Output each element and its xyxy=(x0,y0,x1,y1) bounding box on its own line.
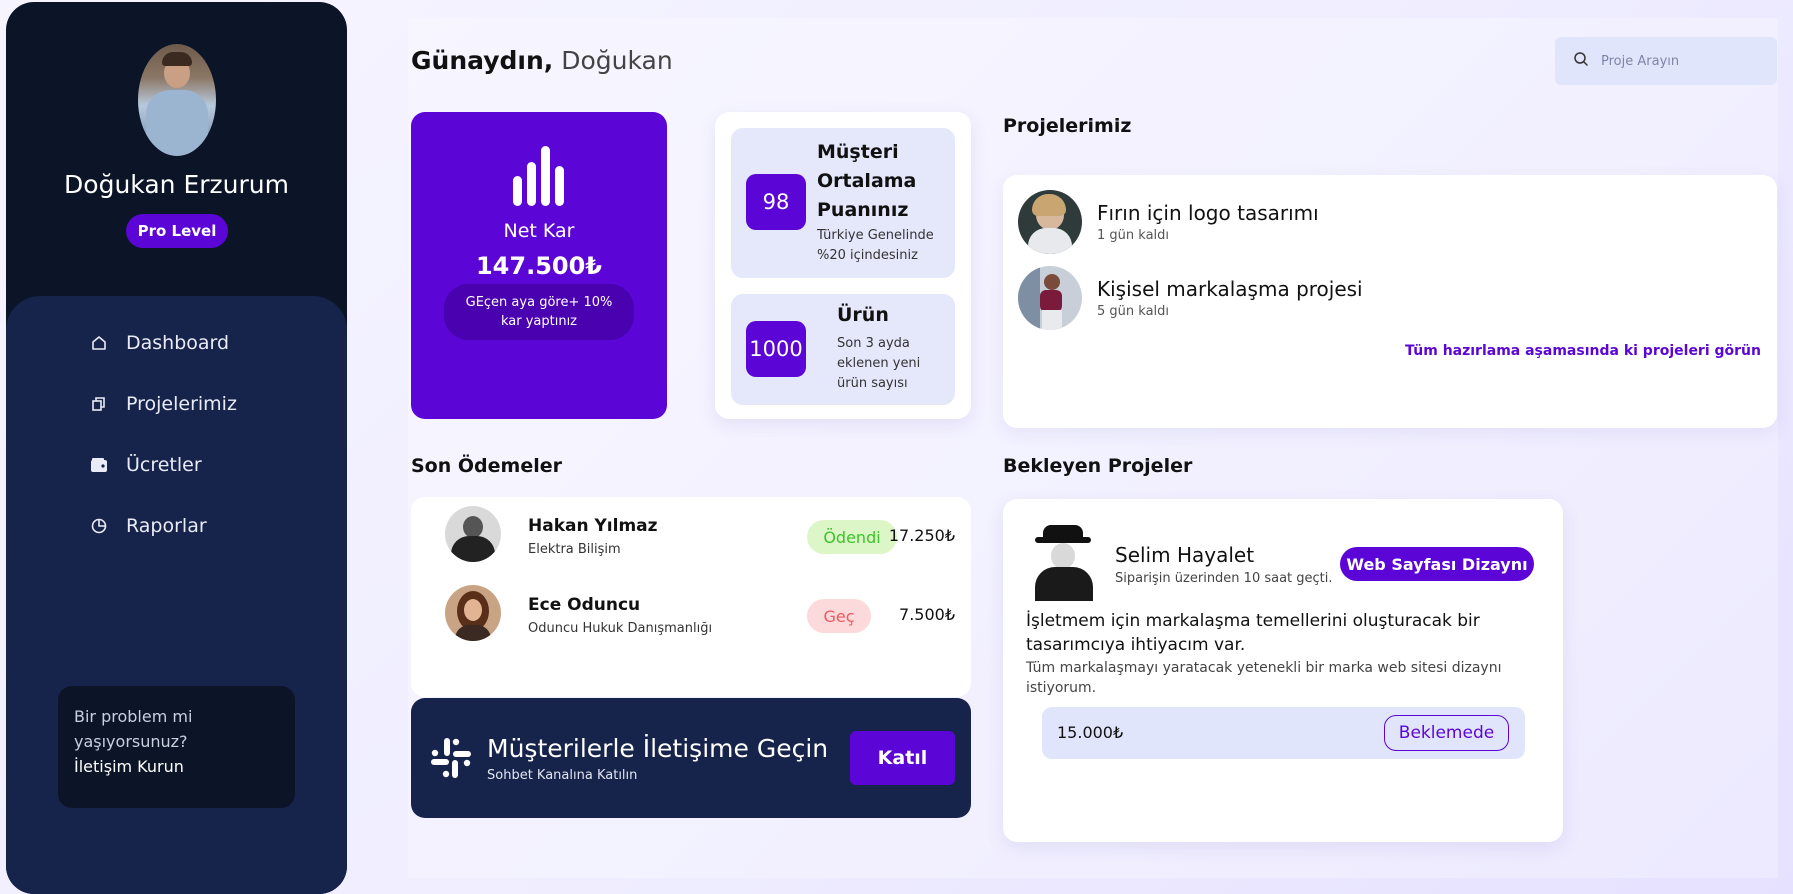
payment-row[interactable]: Ece Oduncu Oduncu Hukuk Danışmanlığı Geç… xyxy=(445,585,955,643)
help-box: Bir problem mi yaşıyorsunuz? İletişim Ku… xyxy=(58,686,295,808)
sidebar-item-ucretler[interactable]: Ücretler xyxy=(90,450,202,480)
pending-title: Bekleyen Projeler xyxy=(1003,455,1193,477)
client-name: Selim Hayalet xyxy=(1115,543,1255,567)
help-text: Bir problem mi yaşıyorsunuz? xyxy=(74,707,193,751)
payer-avatar xyxy=(445,506,501,562)
sidebar-item-label: Raporlar xyxy=(126,515,207,537)
client-avatar xyxy=(1031,525,1095,601)
price-bar: 15.000₺ Beklemede xyxy=(1042,707,1525,759)
project-avatar xyxy=(1018,266,1082,330)
slack-icon xyxy=(431,738,471,778)
level-badge: Pro Level xyxy=(126,214,228,248)
sidebar-item-label: Ücretler xyxy=(126,454,202,476)
project-detail: Tüm markalaşmayı yaratacak yetenekli bir… xyxy=(1026,660,1502,696)
stats-card: 98 Müşteri Ortalama Puanınız Türkiye Gen… xyxy=(715,112,971,419)
wallet-icon xyxy=(90,456,108,474)
payment-row[interactable]: Hakan Yılmaz Elektra Bilişim Ödendi 17.2… xyxy=(445,506,955,564)
greeting-name: Doğukan xyxy=(561,46,673,75)
projects-title: Projelerimiz xyxy=(1003,115,1132,137)
avatar[interactable] xyxy=(138,44,216,156)
category-tag[interactable]: Web Sayfası Dizaynı xyxy=(1340,547,1534,581)
payer-name: Hakan Yılmaz xyxy=(528,516,658,536)
copy-icon xyxy=(90,395,108,413)
join-button[interactable]: Katıl xyxy=(850,731,955,785)
payment-amount: 7.500₺ xyxy=(899,605,955,624)
home-icon xyxy=(90,334,108,352)
status-badge: Geç xyxy=(807,599,871,633)
rating-value: 98 xyxy=(746,174,806,230)
sidebar-item-raporlar[interactable]: Raporlar xyxy=(90,511,207,541)
all-projects-link[interactable]: Tüm hazırlama aşamasında ki projeleri gö… xyxy=(1405,343,1761,359)
pie-chart-icon xyxy=(90,517,108,535)
project-item[interactable]: Fırın için logo tasarımı 1 gün kaldı xyxy=(1018,190,1319,254)
sidebar-item-projelerimiz[interactable]: Projelerimiz xyxy=(90,389,237,419)
banner-title: Müşterilerle İletişime Geçin xyxy=(487,734,829,763)
net-profit-note: GEçen aya göre+ 10% kar yaptınız xyxy=(444,284,634,340)
search-icon xyxy=(1573,51,1589,71)
payer-avatar xyxy=(445,585,501,641)
net-profit-label: Net Kar xyxy=(503,220,575,242)
products-sub: Son 3 ayda eklenen yeni ürün sayısı xyxy=(837,336,921,391)
net-profit-card: Net Kar 147.500₺ GEçen aya göre+ 10% kar… xyxy=(411,112,667,419)
page-title: Günaydın, Doğukan xyxy=(411,46,673,75)
rating-stat: 98 Müşteri Ortalama Puanınız Türkiye Gen… xyxy=(731,128,955,278)
payments-card: Hakan Yılmaz Elektra Bilişim Ödendi 17.2… xyxy=(411,497,971,697)
payer-name: Ece Oduncu xyxy=(528,595,641,615)
sidebar: Doğukan Erzurum Pro Level Dashboard Proj… xyxy=(6,2,347,894)
project-avatar xyxy=(1018,190,1082,254)
pending-card: Selim Hayalet Siparişin üzerinden 10 saa… xyxy=(1003,499,1563,842)
payer-company: Oduncu Hukuk Danışmanlığı xyxy=(528,621,713,636)
bar-chart-icon xyxy=(513,146,567,206)
project-deadline: 1 gün kaldı xyxy=(1097,228,1170,243)
payments-title: Son Ödemeler xyxy=(411,455,562,477)
contact-link[interactable]: İletişim Kurun xyxy=(74,754,279,779)
sidebar-item-label: Dashboard xyxy=(126,332,230,354)
project-name: Kişisel markalaşma projesi xyxy=(1097,277,1363,301)
projects-card: Fırın için logo tasarımı 1 gün kaldı Kiş… xyxy=(1003,175,1777,428)
net-profit-value: 147.500₺ xyxy=(475,252,602,280)
rating-title: Müşteri Ortalama Puanınız xyxy=(817,141,917,221)
products-value: 1000 xyxy=(746,321,806,377)
contact-banner: Müşterilerle İletişime Geçin Sohbet Kana… xyxy=(411,698,971,818)
rating-sub: Türkiye Genelinde %20 içindesiniz xyxy=(817,228,934,263)
project-description: İşletmem için markalaşma temellerini olu… xyxy=(1026,611,1480,655)
products-title: Ürün xyxy=(837,304,889,326)
sidebar-item-label: Projelerimiz xyxy=(126,393,237,415)
project-name: Fırın için logo tasarımı xyxy=(1097,201,1319,225)
sidebar-item-dashboard[interactable]: Dashboard xyxy=(90,328,229,358)
project-item[interactable]: Kişisel markalaşma projesi 5 gün kaldı xyxy=(1018,266,1363,330)
status-badge: Ödendi xyxy=(807,520,897,554)
banner-subtitle: Sohbet Kanalına Katılın xyxy=(487,768,638,783)
search-box[interactable] xyxy=(1555,37,1777,85)
project-deadline: 5 gün kaldı xyxy=(1097,304,1170,319)
payment-amount: 17.250₺ xyxy=(888,526,955,545)
greeting-text: Günaydın, xyxy=(411,46,554,75)
project-price: 15.000₺ xyxy=(1057,723,1124,742)
products-stat: 1000 Ürün Son 3 ayda eklenen yeni ürün s… xyxy=(731,294,955,405)
user-name: Doğukan Erzurum xyxy=(64,170,289,199)
order-time: Siparişin üzerinden 10 saat geçti. xyxy=(1115,571,1333,586)
search-input[interactable] xyxy=(1601,53,1761,69)
payer-company: Elektra Bilişim xyxy=(528,542,621,557)
pending-status-button[interactable]: Beklemede xyxy=(1384,715,1509,751)
